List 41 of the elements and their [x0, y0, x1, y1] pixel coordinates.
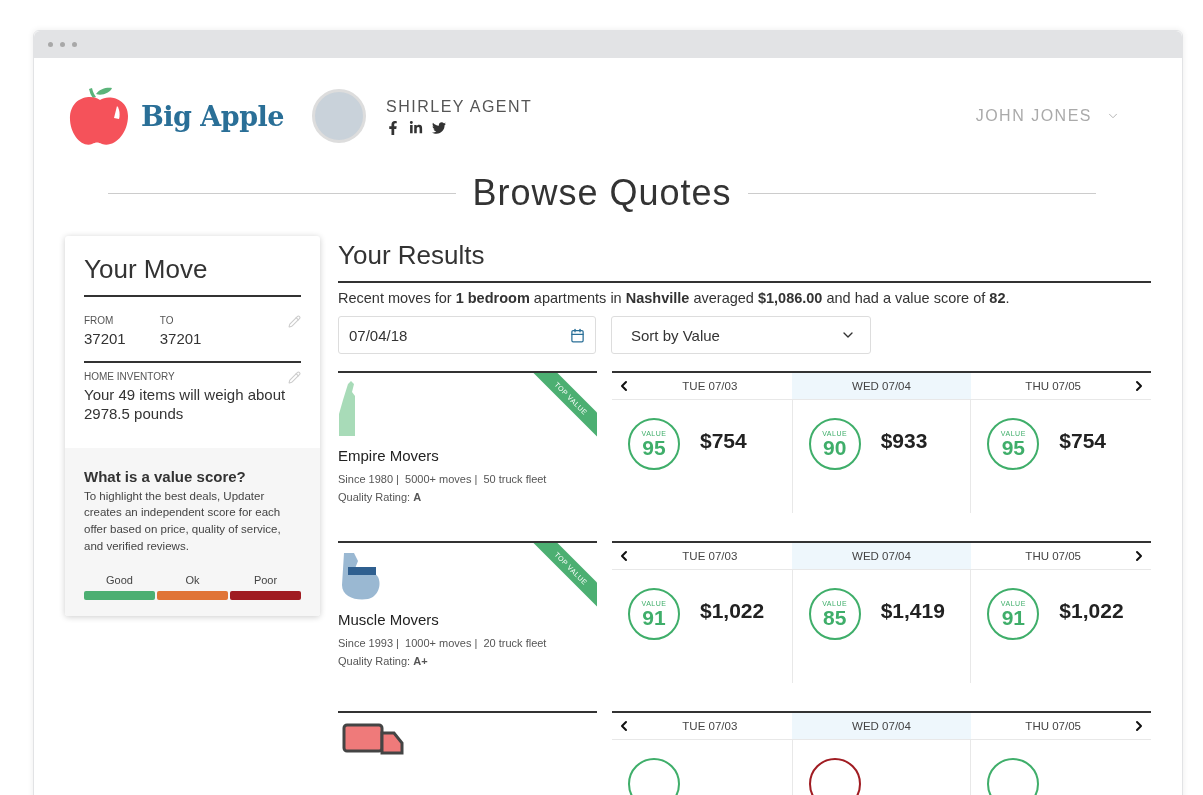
agent-name: SHIRLEY AGENT — [386, 97, 533, 116]
quality-rating: Quality Rating: A — [338, 491, 423, 503]
day-header[interactable]: WED 07/04 — [791, 373, 972, 400]
inventory-label: HOME INVENTORY — [84, 370, 176, 382]
quote-price[interactable]: $1,419 — [880, 599, 945, 623]
sort-dropdown[interactable]: Sort by Value — [611, 316, 871, 354]
to-label: TO — [159, 315, 175, 326]
scale-label: Ok — [184, 574, 201, 587]
page-title: Browse Quotes — [472, 172, 732, 214]
quote-price[interactable]: $754 — [1059, 429, 1107, 453]
quote-price[interactable]: $1,022 — [1059, 599, 1124, 623]
card-title: Your Move — [84, 254, 301, 297]
from-label: FROM — [84, 315, 115, 326]
day-header[interactable]: WED 07/04 — [791, 543, 972, 570]
info-title: What is a value score? — [84, 467, 247, 485]
results-summary: Recent moves for 1 bedroom apartments in Nashville averaged $1,086.00 and had a value score of 82. — [338, 290, 1011, 306]
linkedin-icon[interactable] — [409, 120, 423, 135]
mover-details: Since 1993 | 1000+ moves | 20 truck fleet — [338, 637, 548, 649]
quality-rating: Quality Rating: A+ — [338, 655, 429, 667]
apple-logo-icon — [69, 86, 131, 146]
mover-details: Since 1980 | 5000+ moves | 50 truck fleet — [338, 473, 548, 485]
bird-icon[interactable] — [432, 120, 446, 135]
scale-label: Good — [105, 574, 134, 587]
brand-name: Big Apple — [141, 100, 284, 132]
to-zip: 37201 — [159, 329, 202, 349]
statue-logo-icon — [338, 381, 355, 437]
avatar-placeholder — [312, 89, 366, 143]
day-header[interactable]: WED 07/04 — [791, 713, 972, 740]
scale-label: Poor — [252, 574, 279, 587]
info-text: To highlight the best deals, Updater creates an independent score for each offer based on price, quality of service, and verified reviews. — [84, 488, 282, 554]
quote-price[interactable]: $754 — [700, 429, 747, 453]
results-title: Your Results — [338, 236, 1151, 283]
quote-price[interactable]: $1,022 — [700, 599, 765, 623]
quote-price[interactable]: $933 — [880, 429, 928, 453]
mover-name[interactable]: Muscle Movers — [338, 611, 597, 628]
calendar-icon — [570, 327, 585, 343]
inventory-text: Your 49 items will weigh about 2978.5 pounds — [84, 384, 287, 424]
from-zip: 37201 — [84, 329, 126, 349]
facebook-icon[interactable] — [386, 120, 400, 135]
mover-name[interactable]: Empire Movers — [338, 447, 597, 464]
date-field[interactable]: 07/04/18 — [338, 316, 596, 354]
